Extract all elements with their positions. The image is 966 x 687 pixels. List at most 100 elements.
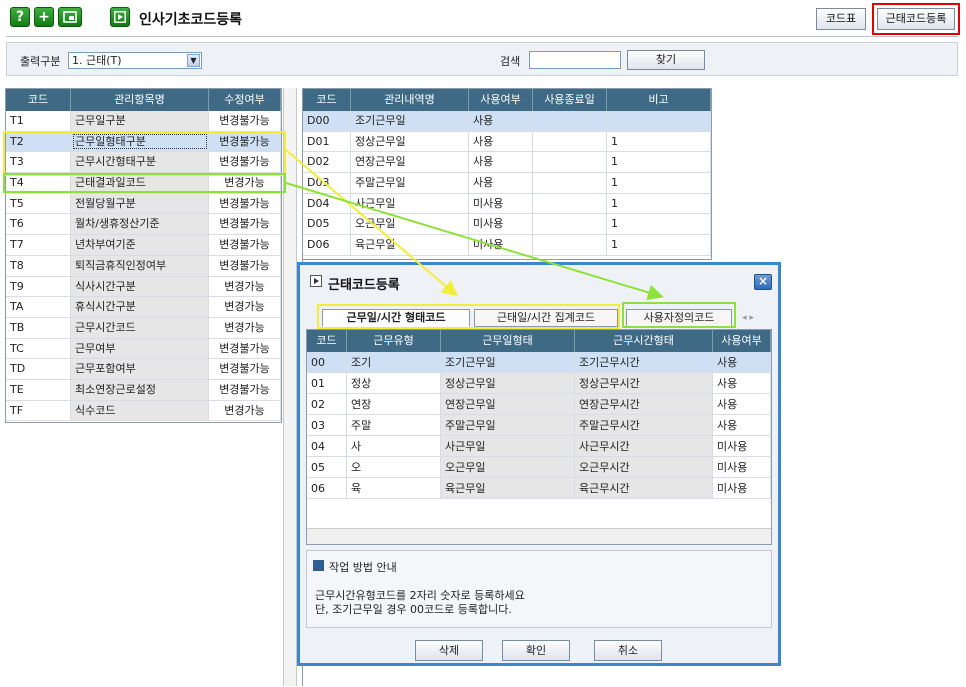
add-button[interactable]: + [34, 7, 54, 27]
table-cell[interactable]: 00 [307, 352, 347, 372]
table-cell[interactable]: 주말근무시간 [575, 415, 713, 435]
table-cell[interactable]: T1 [6, 111, 71, 131]
column-header[interactable]: 사용종료일 [533, 89, 607, 111]
table-cell[interactable]: 변경불가능 [209, 235, 281, 255]
column-header[interactable]: 코드 [6, 89, 71, 111]
table-row[interactable]: D06 육근무일 미사용 1 [303, 235, 711, 256]
table-cell[interactable]: 주말근무일 [441, 415, 575, 435]
table-cell[interactable]: 미사용 [713, 436, 771, 456]
window-button[interactable] [58, 7, 82, 27]
table-cell[interactable] [533, 193, 607, 214]
table-cell[interactable]: TB [6, 317, 71, 338]
table-row[interactable]: 02 연장 연장근무일 연장근무시간 사용 [307, 394, 771, 415]
table-cell[interactable]: 육근무시간 [575, 478, 713, 498]
table-cell[interactable]: 연장 [347, 394, 441, 414]
table-cell[interactable]: 01 [307, 373, 347, 393]
table-cell[interactable]: D02 [303, 152, 351, 173]
horizontal-scrollbar[interactable] [307, 528, 771, 544]
table-cell[interactable]: 근무여부 [71, 338, 209, 359]
table-cell[interactable]: 미사용 [713, 457, 771, 477]
table-cell[interactable]: 변경불가능 [209, 193, 281, 214]
table-cell[interactable]: 미사용 [469, 235, 533, 255]
table-cell[interactable]: 변경불가능 [209, 111, 281, 131]
column-header[interactable]: 근무일형태 [441, 330, 575, 352]
table-cell[interactable] [533, 173, 607, 193]
table-cell[interactable]: TD [6, 359, 71, 379]
column-header[interactable]: 수정여부 [209, 89, 281, 111]
table-cell[interactable]: 육근무일 [441, 478, 575, 498]
table-cell[interactable]: 사용 [469, 152, 533, 173]
table-cell[interactable]: 퇴직금휴직인정여부 [71, 255, 209, 276]
table-cell[interactable]: 정상근무일 [351, 131, 469, 152]
table-cell[interactable]: T9 [6, 276, 71, 297]
table-cell[interactable]: 연장근무일 [441, 394, 575, 414]
table-cell[interactable]: 월차/생휴정산기준 [71, 214, 209, 235]
table-cell[interactable]: T6 [6, 214, 71, 235]
table-row[interactable]: T1 근무일구분 변경불가능 [6, 111, 281, 132]
table-row[interactable]: TC 근무여부 변경불가능 [6, 338, 281, 360]
table-row[interactable]: T9 식사시간구분 변경가능 [6, 276, 281, 298]
table-row[interactable]: 01 정상 정상근무일 정상근무시간 사용 [307, 373, 771, 394]
table-cell[interactable]: 변경불가능 [209, 338, 281, 359]
table-cell[interactable]: 04 [307, 436, 347, 456]
table-cell[interactable]: 변경가능 [209, 297, 281, 317]
table-cell[interactable]: 주말근무일 [351, 173, 469, 193]
table-cell[interactable] [533, 111, 607, 131]
table-row[interactable]: TD 근무포함여부 변경불가능 [6, 359, 281, 380]
column-header[interactable]: 근무유형 [347, 330, 441, 352]
confirm-button[interactable]: 확인 [502, 640, 570, 661]
table-cell[interactable]: 식수코드 [71, 400, 209, 421]
code-table-button[interactable]: 코드표 [816, 8, 866, 30]
table-cell[interactable]: D04 [303, 193, 351, 214]
table-cell[interactable]: 사용 [713, 373, 771, 393]
table-cell[interactable] [533, 214, 607, 235]
table-cell[interactable]: 1 [607, 235, 711, 255]
search-input[interactable] [529, 51, 621, 69]
table-cell[interactable] [533, 235, 607, 255]
table-cell[interactable]: TE [6, 379, 71, 400]
table-cell[interactable]: 년차부여기준 [71, 235, 209, 255]
column-header[interactable]: 근무시간형태 [575, 330, 713, 352]
table-cell[interactable]: 사용 [469, 131, 533, 152]
table-cell[interactable]: 1 [607, 131, 711, 152]
table-cell[interactable] [607, 111, 711, 131]
table-cell[interactable]: 정상근무일 [441, 373, 575, 393]
table-cell[interactable]: 사근무일 [441, 436, 575, 456]
close-icon[interactable]: × [754, 274, 772, 290]
table-row[interactable]: D02 연장근무일 사용 1 [303, 152, 711, 174]
table-cell[interactable]: 03 [307, 415, 347, 435]
column-header[interactable]: 관리내역명 [351, 89, 469, 111]
column-header[interactable]: 코드 [307, 330, 347, 352]
table-row[interactable]: TE 최소연장근로설정 변경불가능 [6, 379, 281, 401]
table-cell[interactable]: 1 [607, 152, 711, 173]
table-cell[interactable]: 1 [607, 214, 711, 235]
table-cell[interactable]: D06 [303, 235, 351, 255]
table-row[interactable]: T8 퇴직금휴직인정여부 변경불가능 [6, 255, 281, 277]
table-cell[interactable]: 06 [307, 478, 347, 498]
table-cell[interactable]: 변경가능 [209, 400, 281, 421]
table-row[interactable]: T7 년차부여기준 변경불가능 [6, 235, 281, 256]
table-cell[interactable]: D00 [303, 111, 351, 131]
table-row[interactable]: D03 주말근무일 사용 1 [303, 173, 711, 194]
find-button[interactable]: 찾기 [627, 50, 705, 70]
table-cell[interactable]: 미사용 [469, 214, 533, 235]
table-cell[interactable]: 1 [607, 173, 711, 193]
table-cell[interactable]: 전월당월구분 [71, 193, 209, 214]
table-row[interactable]: TA 휴식시간구분 변경가능 [6, 297, 281, 318]
table-row[interactable]: TB 근무시간코드 변경가능 [6, 317, 281, 339]
table-cell[interactable]: 변경가능 [209, 317, 281, 338]
table-cell[interactable]: 사용 [713, 415, 771, 435]
table-cell[interactable]: D03 [303, 173, 351, 193]
table-cell[interactable]: 주말 [347, 415, 441, 435]
table-row[interactable]: 05 오 오근무일 오근무시간 미사용 [307, 457, 771, 478]
table-cell[interactable]: 정상근무시간 [575, 373, 713, 393]
table-cell[interactable]: 1 [607, 193, 711, 214]
table-cell[interactable]: 휴식시간구분 [71, 297, 209, 317]
column-header[interactable]: 관리항목명 [71, 89, 209, 111]
table-cell[interactable]: 오근무일 [441, 457, 575, 477]
table-row[interactable]: 00 조기 조기근무일 조기근무시간 사용 [307, 352, 771, 373]
table-cell[interactable]: TC [6, 338, 71, 359]
table-cell[interactable]: 육근무일 [351, 235, 469, 255]
delete-button[interactable]: 삭제 [415, 640, 483, 661]
table-cell[interactable]: 사근무일 [351, 193, 469, 214]
